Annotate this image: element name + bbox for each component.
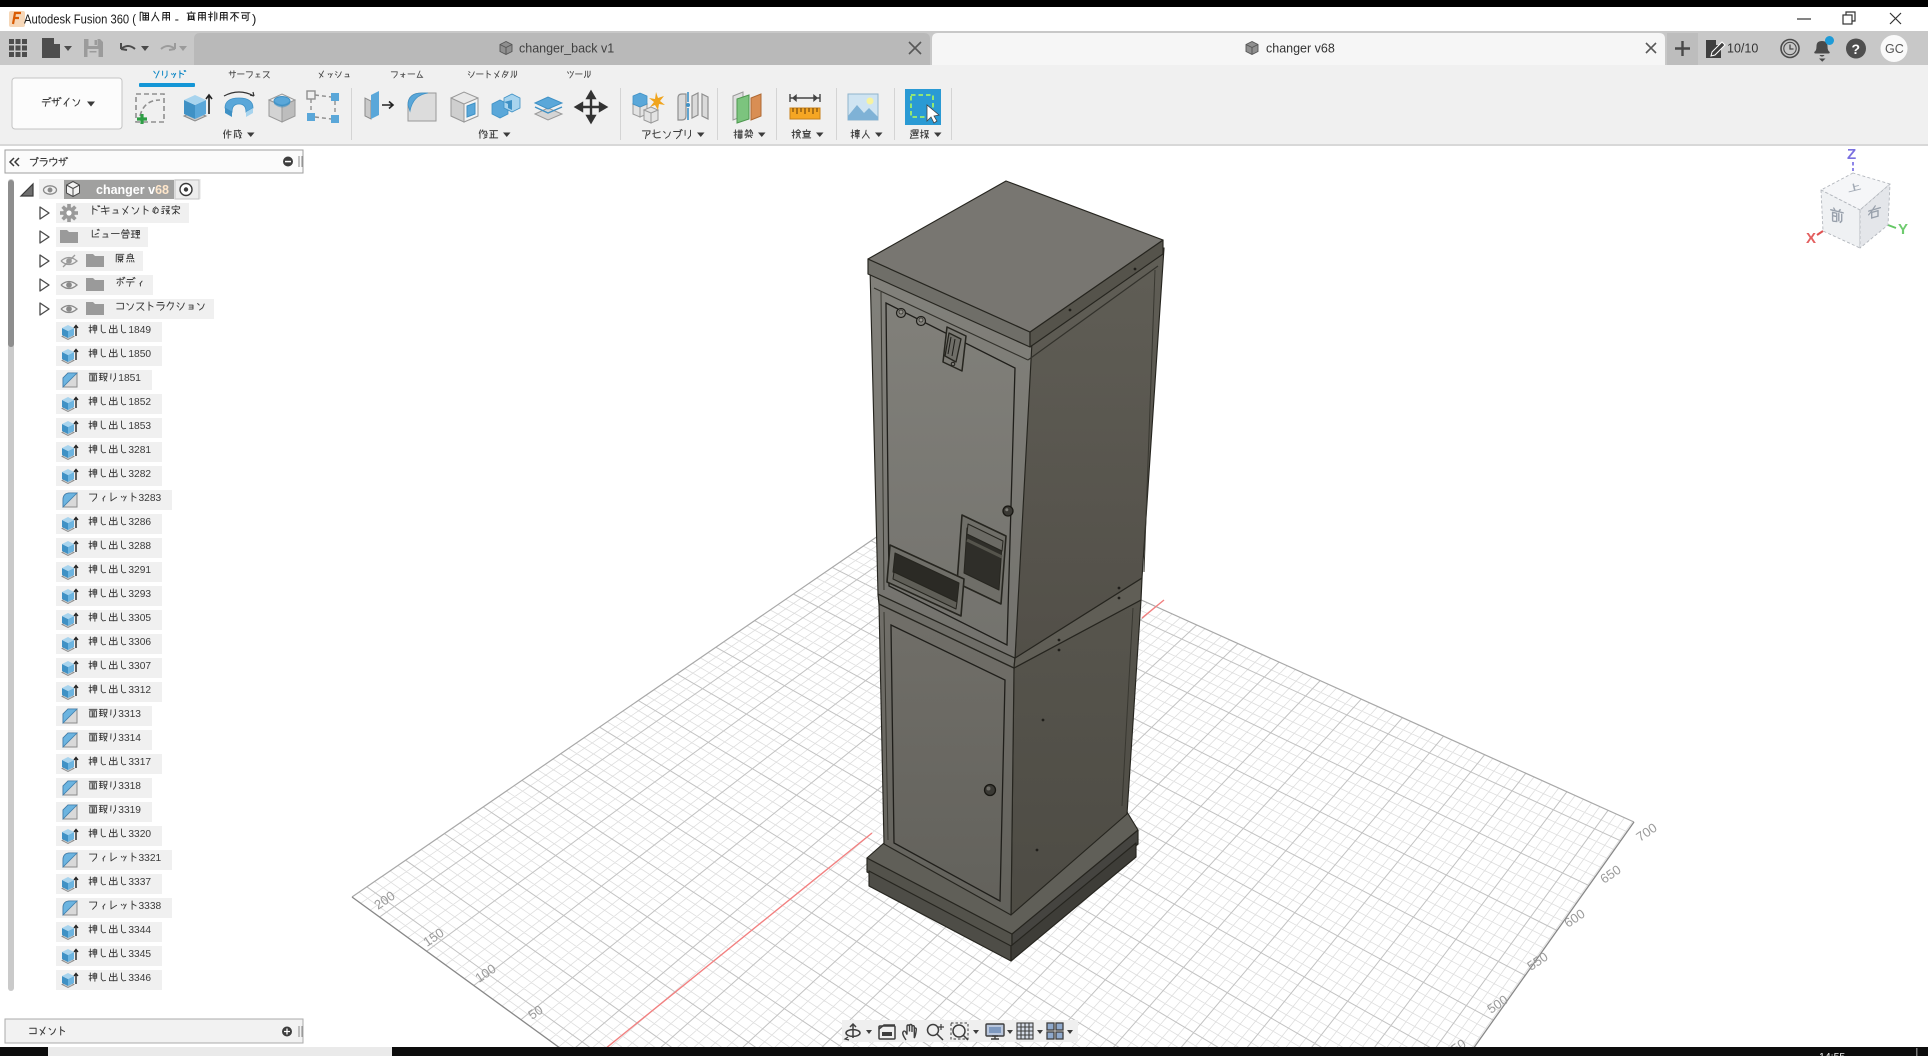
svg-text:3338: 3338 bbox=[139, 901, 162, 912]
svg-text:Y: Y bbox=[1898, 221, 1908, 238]
svg-text:changer v68: changer v68 bbox=[1266, 42, 1335, 56]
svg-text:3312: 3312 bbox=[128, 685, 151, 696]
svg-text:3282: 3282 bbox=[128, 469, 151, 480]
svg-text:3313: 3313 bbox=[118, 709, 141, 720]
svg-text:3320: 3320 bbox=[128, 829, 151, 840]
svg-text:3318: 3318 bbox=[118, 781, 141, 792]
svg-text:1852: 1852 bbox=[128, 397, 151, 408]
svg-text:1849: 1849 bbox=[128, 325, 151, 336]
svg-text:14:55: 14:55 bbox=[1819, 1051, 1845, 1056]
svg-text:3307: 3307 bbox=[128, 661, 151, 672]
svg-text:3345: 3345 bbox=[128, 949, 151, 960]
svg-text:3293: 3293 bbox=[128, 589, 151, 600]
svg-text:3321: 3321 bbox=[139, 853, 162, 864]
svg-text:3346: 3346 bbox=[128, 973, 151, 984]
svg-text:3317: 3317 bbox=[128, 757, 151, 768]
svg-text:changer v68: changer v68 bbox=[96, 183, 169, 197]
svg-text:): ) bbox=[252, 12, 256, 27]
svg-text:10/10: 10/10 bbox=[1727, 42, 1758, 56]
svg-text:3286: 3286 bbox=[128, 517, 151, 528]
svg-text:3314: 3314 bbox=[118, 733, 141, 744]
svg-text:Z: Z bbox=[1847, 146, 1856, 163]
svg-text:3281: 3281 bbox=[128, 445, 151, 456]
svg-text:3305: 3305 bbox=[128, 613, 151, 624]
svg-text:3306: 3306 bbox=[128, 637, 151, 648]
svg-text:?: ? bbox=[1852, 41, 1861, 57]
svg-text:1851: 1851 bbox=[118, 373, 141, 384]
svg-text:3344: 3344 bbox=[128, 925, 151, 936]
svg-text:3337: 3337 bbox=[128, 877, 151, 888]
svg-text:3319: 3319 bbox=[118, 805, 141, 816]
svg-text:GC: GC bbox=[1885, 42, 1904, 56]
svg-text:X: X bbox=[1806, 230, 1816, 247]
svg-text:3283: 3283 bbox=[139, 493, 162, 504]
svg-text:changer_back v1: changer_back v1 bbox=[519, 42, 614, 56]
svg-text:3288: 3288 bbox=[128, 541, 151, 552]
svg-text:-: - bbox=[175, 12, 179, 27]
svg-text:1853: 1853 bbox=[128, 421, 151, 432]
svg-text:Autodesk Fusion 360 (: Autodesk Fusion 360 ( bbox=[24, 12, 137, 27]
svg-text:3291: 3291 bbox=[128, 565, 151, 576]
svg-text:1850: 1850 bbox=[128, 349, 151, 360]
